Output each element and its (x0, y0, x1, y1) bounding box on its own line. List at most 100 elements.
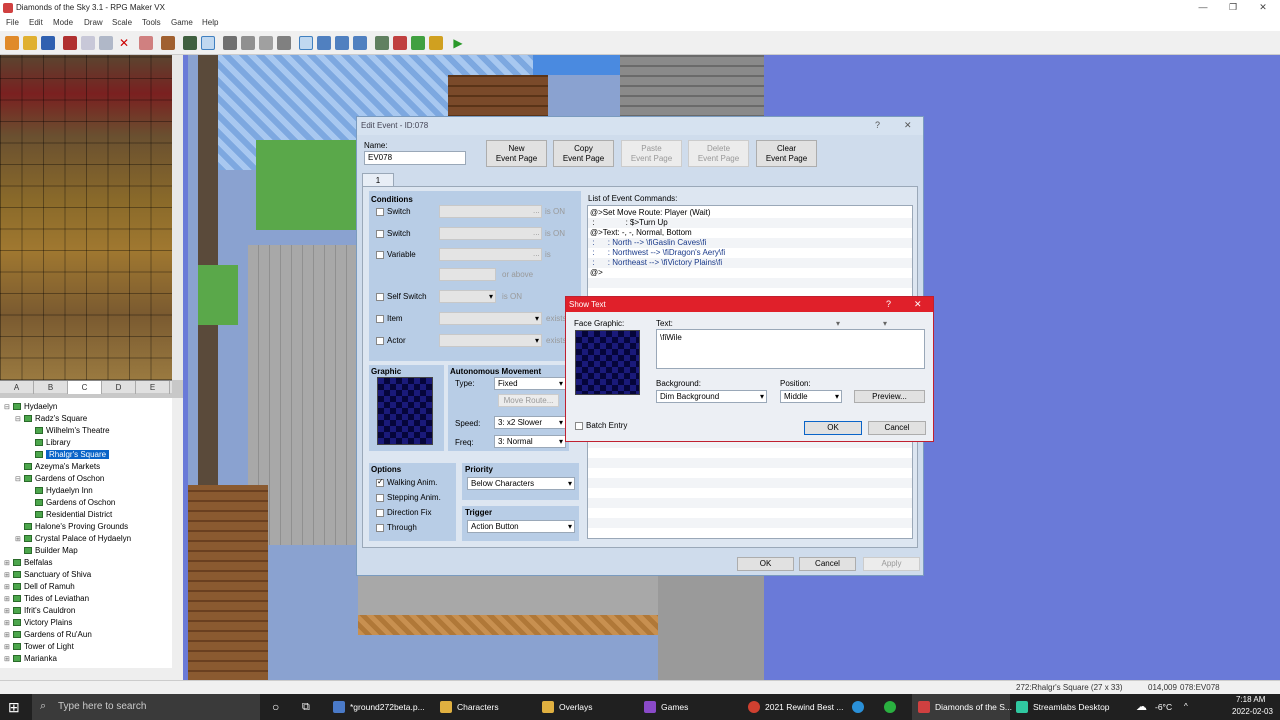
tab-a[interactable]: A (0, 381, 34, 394)
type-select[interactable]: Fixed (494, 377, 566, 390)
map-mode-icon[interactable] (161, 36, 175, 50)
self-switch-select[interactable] (439, 290, 496, 303)
minimize-icon[interactable]: — (1188, 2, 1218, 14)
task-streamlabs[interactable]: Streamlabs Desktop (1016, 694, 1110, 720)
background-select[interactable]: Dim Background (656, 390, 767, 403)
freq-select[interactable]: 3: Normal (494, 435, 566, 448)
taskbar-search-input[interactable]: Type here to search (32, 694, 260, 720)
show-text-cancel-button[interactable]: Cancel (868, 421, 926, 435)
switch2-field[interactable] (439, 227, 542, 240)
position-select[interactable]: Middle (780, 390, 842, 403)
weather-icon[interactable]: ☁ (1136, 694, 1147, 720)
cancel-button[interactable]: Cancel (799, 557, 856, 571)
face-graphic[interactable] (575, 330, 640, 395)
map-tree-scrollbar[interactable] (172, 398, 183, 668)
tree-item[interactable]: ⊟ Gardens of Oschon (15, 472, 104, 484)
walking-anim-checkbox[interactable] (376, 477, 384, 487)
text-chevron-down-icon-2[interactable]: ▾ (883, 319, 887, 328)
tree-item[interactable]: Azeyma's Markets (15, 460, 100, 472)
new-event-page-button[interactable]: New Event Page (486, 140, 547, 167)
windows-start-icon[interactable]: ⊞ (8, 694, 20, 720)
tree-item[interactable]: Hydaelyn Inn (26, 484, 93, 496)
command-line[interactable]: : : Northeast --> \fiVictory Plains\fi (590, 258, 722, 268)
menu-draw[interactable]: Draw (84, 18, 103, 27)
tab-d[interactable]: D (102, 381, 136, 394)
actor-checkbox[interactable] (376, 337, 384, 345)
tab-page-1[interactable]: 1 (362, 173, 394, 187)
tileset-scrollbar[interactable] (172, 55, 183, 380)
close-icon[interactable]: ✕ (904, 120, 912, 131)
self-switch-checkbox[interactable] (376, 293, 384, 301)
command-line[interactable]: @>Text: -, -, Normal, Bottom (590, 228, 692, 238)
paste-icon[interactable] (99, 36, 113, 50)
switch-field[interactable] (439, 205, 542, 218)
tree-item[interactable]: ⊞ Belfalas (4, 556, 52, 568)
tree-expander-icon[interactable]: ⊟ (4, 402, 13, 414)
delete-event-page-button[interactable]: Delete Event Page (688, 140, 749, 167)
layer-icon[interactable] (183, 36, 197, 50)
switch-checkbox[interactable] (376, 208, 384, 216)
text-chevron-down-icon[interactable]: ▾ (836, 319, 840, 328)
tree-item[interactable]: Rhalgr's Square (26, 448, 110, 460)
event-mode-icon[interactable] (201, 36, 215, 50)
menu-game[interactable]: Game (171, 18, 193, 27)
new-project-icon[interactable] (5, 36, 19, 50)
tree-item[interactable]: ⊞ Marianka (4, 652, 57, 664)
event-name-input[interactable]: EV078 (364, 151, 466, 165)
command-line[interactable]: @>Set Move Route: Player (Wait) (590, 208, 711, 218)
paste-event-page-button[interactable]: Paste Event Page (621, 140, 682, 167)
help-icon[interactable]: ? (875, 120, 880, 130)
preview-button[interactable]: Preview... (854, 390, 925, 403)
cortana-icon[interactable]: ○ (272, 694, 279, 720)
scale-1-4-icon[interactable] (335, 36, 349, 50)
map-tree-hscrollbar[interactable] (0, 668, 183, 680)
priority-select[interactable]: Below Characters (467, 477, 575, 490)
edge-taskbar-button[interactable] (852, 694, 869, 720)
tree-expander-icon[interactable]: ⊟ (15, 474, 24, 486)
tree-item[interactable]: Library (26, 436, 70, 448)
menu-help[interactable]: Help (202, 18, 218, 27)
tree-item[interactable]: ⊞ Crystal Palace of Hydaelyn (15, 532, 131, 544)
task-overlays[interactable]: Overlays (542, 694, 593, 720)
close-icon[interactable]: ✕ (1248, 2, 1278, 14)
copy-event-page-button[interactable]: Copy Event Page (553, 140, 614, 167)
task-characters[interactable]: Characters (440, 694, 499, 720)
apply-button[interactable]: Apply (863, 557, 920, 571)
tree-expander-icon[interactable]: ⊞ (4, 654, 13, 666)
trigger-select[interactable]: Action Button (467, 520, 575, 533)
item-select[interactable] (439, 312, 542, 325)
task-paint[interactable]: *ground272beta.p... (333, 694, 425, 720)
scale-1-2-icon[interactable] (317, 36, 331, 50)
save-icon[interactable] (41, 36, 55, 50)
ok-button[interactable]: OK (737, 557, 794, 571)
command-line[interactable]: : : $>Turn Up (590, 218, 668, 228)
undo-icon[interactable] (139, 36, 153, 50)
tree-item[interactable]: Gardens of Oschon (26, 496, 115, 508)
command-line[interactable]: : : Northwest --> \fiDragon's Aery\fi (590, 248, 725, 258)
tree-item[interactable]: Residential District (26, 508, 112, 520)
tileset-palette[interactable] (0, 55, 183, 380)
through-checkbox[interactable] (376, 524, 384, 532)
clear-event-page-button[interactable]: Clear Event Page (756, 140, 817, 167)
map-tree[interactable]: ⊟ Hydaelyn ⊟ Radz's Square Wilhelm's Theatre… (0, 398, 183, 668)
variable-value-stepper[interactable] (439, 268, 496, 281)
sound-test-icon[interactable] (429, 36, 443, 50)
tab-c[interactable]: C (68, 381, 102, 394)
tree-item[interactable]: ⊞ Ifrit's Cauldron (4, 604, 75, 616)
tree-item[interactable]: ⊟ Radz's Square (15, 412, 87, 424)
tree-item[interactable]: Wilhelm's Theatre (26, 424, 110, 436)
menu-mode[interactable]: Mode (53, 18, 73, 27)
stepping-anim-checkbox[interactable] (376, 494, 384, 502)
materials-icon[interactable] (393, 36, 407, 50)
tab-e[interactable]: E (136, 381, 170, 394)
menu-edit[interactable]: Edit (29, 18, 43, 27)
tree-item[interactable]: ⊞ Tides of Leviathan (4, 592, 89, 604)
switch2-checkbox[interactable] (376, 230, 384, 238)
event-graphic[interactable] (377, 377, 433, 445)
rectangle-icon[interactable] (241, 36, 255, 50)
menu-file[interactable]: File (6, 18, 19, 27)
actor-select[interactable] (439, 334, 542, 347)
menu-scale[interactable]: Scale (112, 18, 132, 27)
show-text-ok-button[interactable]: OK (804, 421, 862, 435)
message-text-input[interactable]: \fiWile (656, 329, 925, 369)
